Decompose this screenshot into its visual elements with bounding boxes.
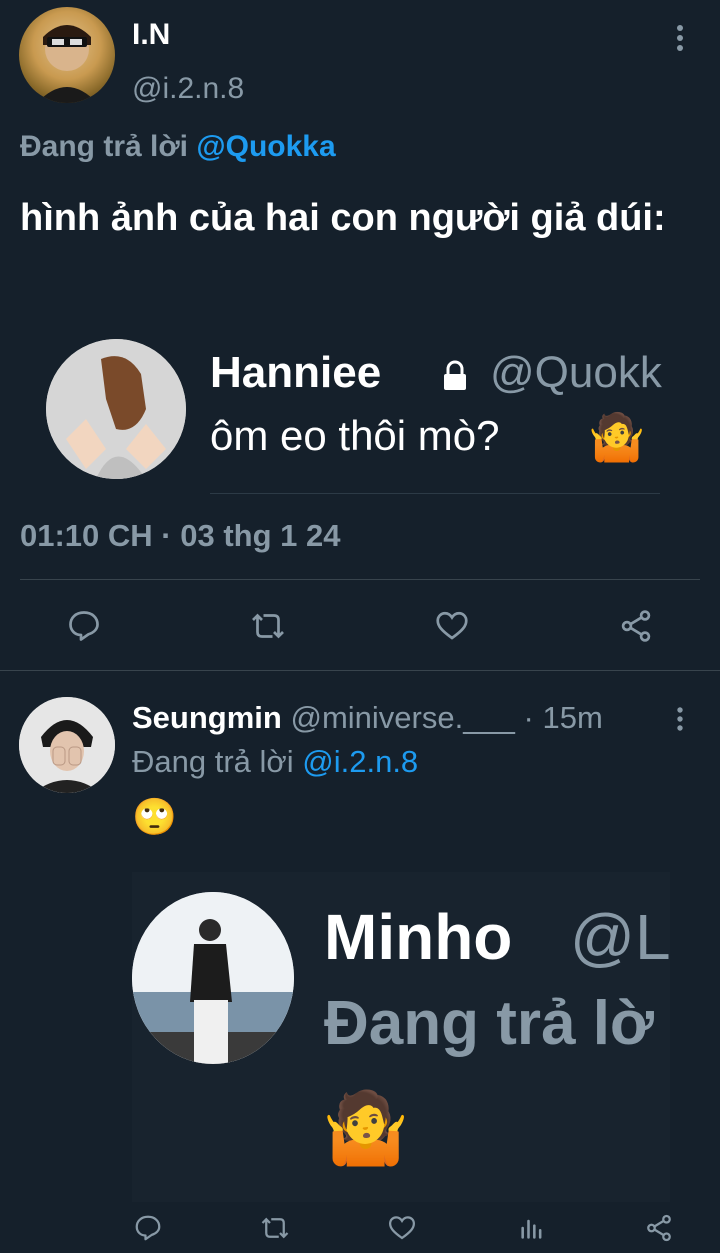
like-button[interactable]	[432, 606, 472, 646]
reply-icon	[69, 611, 99, 641]
reply-header: Seungmin @miniverse.___ · 15m	[132, 700, 603, 736]
more-vertical-icon	[677, 707, 683, 731]
like-icon	[436, 611, 468, 640]
reply-retweet-button[interactable]	[257, 1210, 293, 1246]
replying-to-line: Đang trả lời @Quokka	[20, 130, 336, 164]
quoted-handle: @Quokk	[490, 348, 662, 397]
reply-replying-prefix: Đang trả lời	[132, 744, 294, 779]
retweet-icon	[261, 1217, 289, 1239]
media-avatar	[132, 892, 294, 1064]
author-handle[interactable]: @i.2.n.8	[132, 72, 244, 106]
quoted-emoji: 🤷	[588, 410, 646, 464]
reply-analytics-button[interactable]	[514, 1210, 550, 1246]
media-handle: @L	[570, 901, 670, 973]
reply-button[interactable]	[64, 606, 104, 646]
media-emoji: 🤷	[322, 1087, 410, 1169]
reply-icon	[135, 1215, 161, 1241]
lock-icon	[444, 360, 466, 390]
quoted-divider	[210, 493, 660, 494]
media-name: Minho	[324, 901, 513, 973]
reply-handle[interactable]: @miniverse.___	[290, 700, 514, 735]
reply-reply-button[interactable]	[130, 1210, 166, 1246]
author-avatar[interactable]	[19, 7, 115, 103]
stats-divider	[20, 579, 700, 580]
author-avatar-image	[37, 25, 97, 103]
replying-prefix: Đang trả lời	[20, 130, 189, 163]
share-icon	[647, 1214, 671, 1242]
more-options-button[interactable]	[664, 22, 696, 54]
share-icon	[621, 610, 651, 642]
analytics-icon	[521, 1219, 542, 1239]
quoted-avatar	[46, 339, 186, 479]
more-vertical-icon	[677, 25, 683, 51]
reply-author-avatar-image	[19, 697, 115, 793]
tweet-text: hình ảnh của hai con người giả dúi:	[20, 197, 666, 239]
reply-author-avatar[interactable]	[19, 697, 115, 793]
reply-replying-to-line: Đang trả lời @i.2.n.8	[132, 744, 418, 780]
media-avatar-image	[132, 892, 294, 1064]
reply-replying-to-link[interactable]: @i.2.n.8	[302, 744, 418, 779]
quoted-avatar-image	[46, 339, 186, 479]
retweet-button[interactable]	[248, 606, 288, 646]
reply-time[interactable]: · 15m	[524, 700, 603, 735]
like-icon	[388, 1216, 416, 1240]
author-display-name[interactable]: I.N	[132, 18, 170, 52]
reply-display-name[interactable]: Seungmin	[132, 700, 282, 735]
media-subtitle: Đang trả lờ	[324, 989, 655, 1058]
quoted-text: ôm eo thôi mò?	[210, 412, 500, 459]
share-button[interactable]	[616, 606, 656, 646]
reply-share-button[interactable]	[641, 1210, 677, 1246]
quoted-name: Hanniee	[210, 348, 382, 397]
reply-emoji: 🙄	[132, 797, 177, 838]
retweet-icon	[252, 613, 284, 639]
quoted-image[interactable]: Hanniee @Quokk ôm eo thôi mò? 🤷	[28, 320, 680, 500]
reply-media[interactable]: Minho @L Đang trả lờ 🤷	[132, 872, 670, 1202]
replying-to-link[interactable]: @Quokka	[196, 130, 335, 163]
reply-more-options-button[interactable]	[666, 705, 694, 733]
tweet-divider	[0, 670, 720, 671]
reply-like-button[interactable]	[384, 1210, 420, 1246]
tweet-timestamp[interactable]: 01:10 CH · 03 thg 1 24	[20, 518, 340, 554]
